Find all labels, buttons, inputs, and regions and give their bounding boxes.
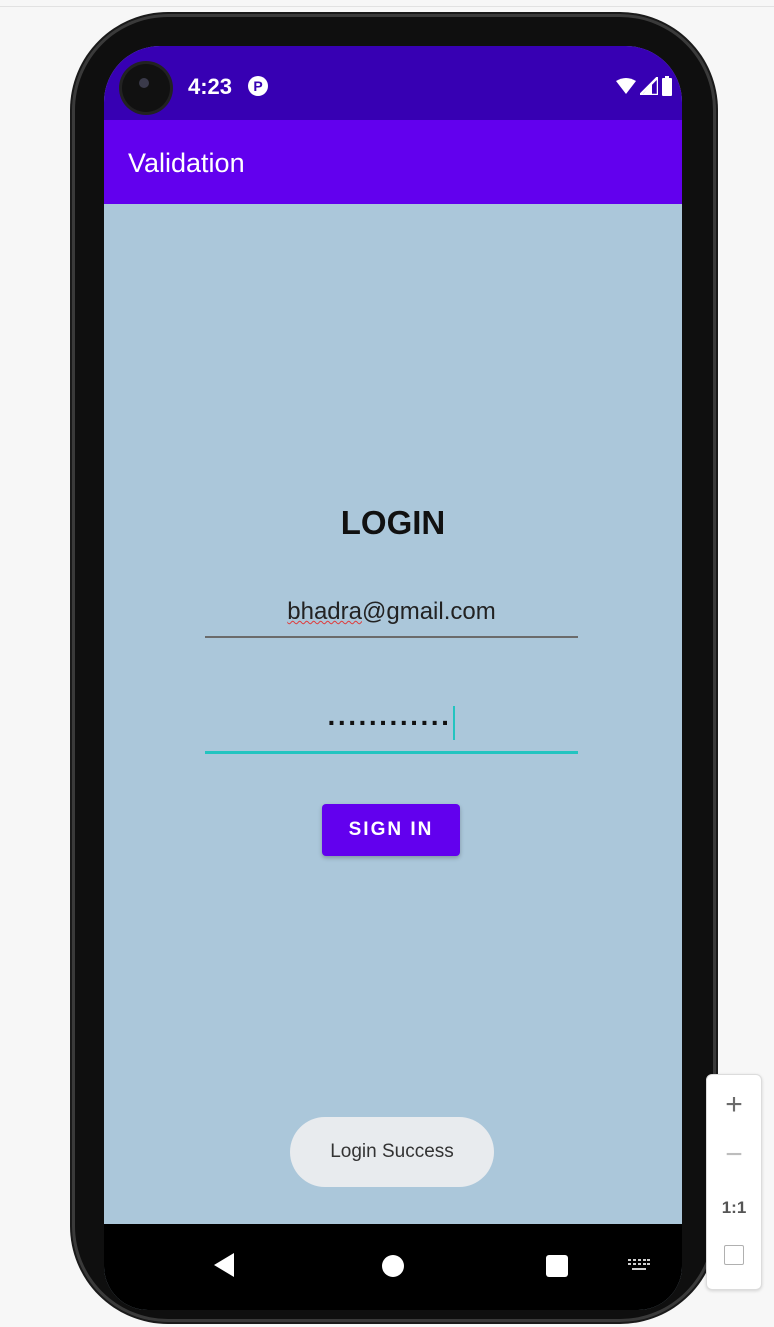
device-screen: 4:23 P Validation LOGIN bhadra@gmail.com: [104, 46, 682, 1310]
status-time: 4:23: [188, 74, 233, 99]
email-value: bhadra@gmail.com: [205, 598, 578, 626]
sign-in-button[interactable]: SIGN IN: [322, 804, 460, 856]
text-cursor: [453, 706, 456, 740]
battery-icon: [662, 76, 672, 96]
wifi-icon: [616, 78, 636, 94]
password-value: ············: [205, 706, 578, 740]
login-heading: LOGIN: [340, 504, 446, 541]
app-bar: Validation: [104, 120, 682, 204]
navigation-bar: [104, 1224, 682, 1310]
zoom-controls: + − 1:1: [706, 1074, 762, 1290]
keyboard-icon[interactable]: [628, 1259, 650, 1273]
email-domain: @gmail.com: [362, 598, 496, 625]
front-camera: [122, 64, 170, 112]
status-bar: 4:23 P: [104, 46, 682, 120]
email-underline: [205, 636, 578, 638]
actual-size-button[interactable]: 1:1: [707, 1193, 761, 1223]
password-field[interactable]: ············: [205, 698, 578, 754]
home-icon[interactable]: [382, 1255, 404, 1277]
password-masked: ············: [327, 707, 452, 738]
login-form: LOGIN bhadra@gmail.com ············ SIGN…: [104, 204, 682, 1224]
window-top-rule: [0, 6, 774, 7]
zoom-in-button[interactable]: +: [707, 1085, 761, 1125]
play-protect-icon: P: [248, 76, 268, 96]
status-icons: [616, 74, 672, 98]
fit-screen-icon: [724, 1245, 744, 1265]
app-title: Validation: [128, 148, 245, 178]
password-underline: [205, 751, 578, 754]
toast-message: Login Success: [290, 1117, 494, 1187]
fit-screen-button[interactable]: [707, 1241, 761, 1271]
zoom-out-button[interactable]: −: [707, 1135, 761, 1175]
back-icon[interactable]: [214, 1253, 234, 1277]
email-field[interactable]: bhadra@gmail.com: [205, 582, 578, 638]
recents-icon[interactable]: [546, 1255, 568, 1277]
email-user: bhadra: [287, 598, 362, 625]
signal-icon: [640, 77, 658, 95]
